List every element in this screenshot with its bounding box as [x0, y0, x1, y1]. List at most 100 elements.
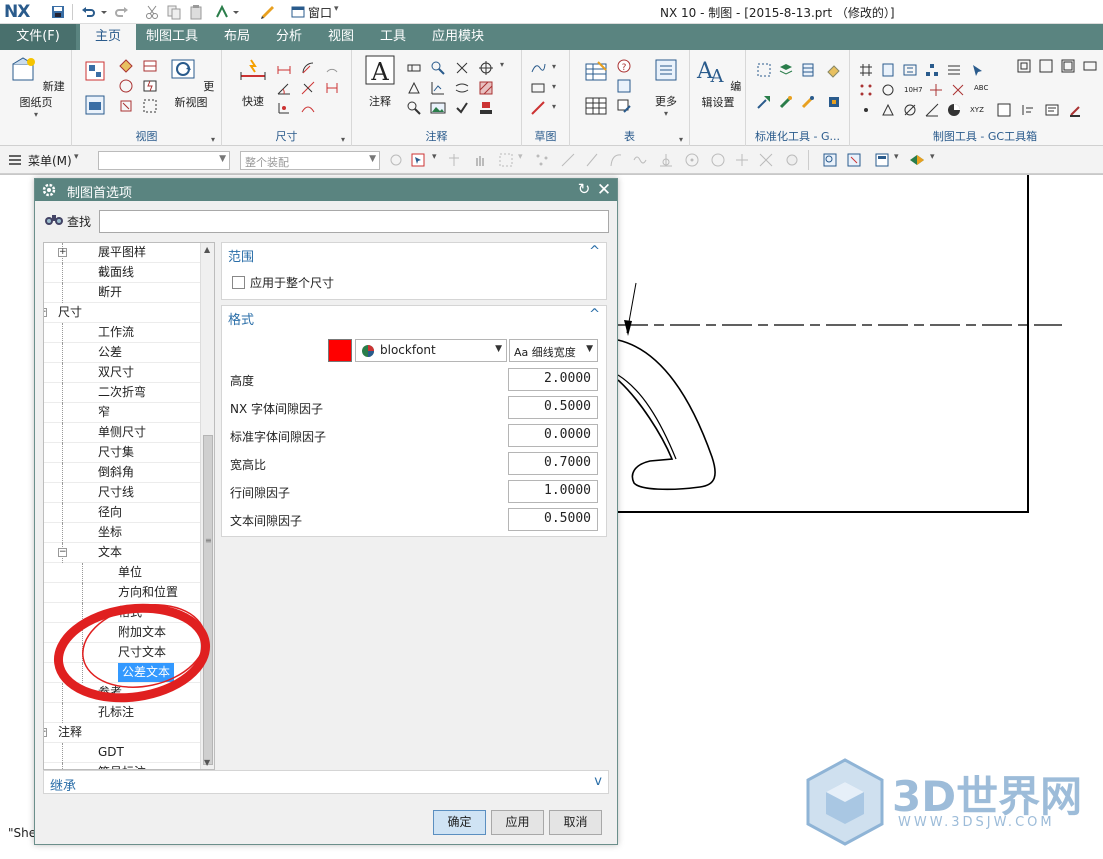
- type-filter-combo[interactable]: ▼: [98, 151, 230, 170]
- more-button[interactable]: 更多 ▾: [646, 54, 686, 118]
- curve-icon[interactable]: [608, 152, 624, 168]
- perimeter-dim-icon[interactable]: [300, 100, 316, 116]
- check-mark-icon[interactable]: [454, 100, 470, 116]
- angular-dim-icon[interactable]: [276, 80, 292, 96]
- pin-icon[interactable]: [446, 152, 462, 168]
- section-view-icon[interactable]: [142, 58, 158, 74]
- text-color-swatch[interactable]: [328, 339, 352, 362]
- thickness-dim-icon[interactable]: [324, 80, 340, 96]
- format-row-value-field[interactable]: 0.5000: [508, 396, 598, 419]
- view-boundary-icon[interactable]: [142, 98, 158, 114]
- broken-view-icon[interactable]: [142, 78, 158, 94]
- tree-item[interactable]: 单位: [44, 563, 200, 583]
- abc-label[interactable]: ABC: [974, 84, 988, 92]
- frame-wide-icon[interactable]: [1082, 58, 1098, 74]
- point-icon[interactable]: [858, 102, 874, 118]
- tree-item[interactable]: + 展平图样: [44, 243, 200, 263]
- tree-item[interactable]: 径向: [44, 503, 200, 523]
- detail-view-icon[interactable]: [118, 78, 134, 94]
- tree-item[interactable]: 窄: [44, 403, 200, 423]
- cursor-icon[interactable]: [970, 62, 986, 78]
- zoom-window-icon[interactable]: [846, 152, 862, 168]
- text-box-icon[interactable]: [1044, 102, 1060, 118]
- tree-item[interactable]: − 尺寸: [44, 303, 200, 323]
- tab-analysis[interactable]: 分析: [266, 24, 312, 50]
- fit-icon[interactable]: [902, 62, 918, 78]
- scroll-down-icon[interactable]: ▼: [204, 758, 210, 767]
- tree-item[interactable]: 工作流: [44, 323, 200, 343]
- angle-icon[interactable]: [924, 102, 940, 118]
- paste-icon[interactable]: [188, 4, 204, 20]
- tab-layout[interactable]: 布局: [214, 24, 260, 50]
- tree-item[interactable]: 尺寸集: [44, 443, 200, 463]
- sketch-spline-icon[interactable]: [530, 60, 546, 76]
- box-select-icon[interactable]: [498, 152, 514, 168]
- chamfer-dim-icon[interactable]: [300, 80, 316, 96]
- close-icon[interactable]: ✕: [595, 180, 613, 200]
- hole-table-icon[interactable]: [880, 82, 896, 98]
- redo-icon[interactable]: [114, 4, 130, 20]
- format-row-value-field[interactable]: 0.0000: [508, 424, 598, 447]
- copy-icon[interactable]: [166, 4, 182, 20]
- fit-view-icon[interactable]: [822, 152, 838, 168]
- assembly-scope-combo[interactable]: 整个装配 ▼: [240, 151, 380, 170]
- layers-icon[interactable]: [778, 62, 794, 78]
- projected-view-icon[interactable]: [118, 58, 134, 74]
- format-row-value-field[interactable]: 1.0000: [508, 480, 598, 503]
- chevron-down-icon[interactable]: ▾: [552, 102, 556, 111]
- tree-item[interactable]: GDT: [44, 743, 200, 763]
- perpendicular-icon[interactable]: [658, 152, 674, 168]
- find-input[interactable]: [99, 210, 609, 233]
- chevron-down-icon[interactable]: ▾: [552, 62, 556, 71]
- paint-icon[interactable]: [826, 94, 842, 110]
- new-sheet-button[interactable]: 新建图纸页 ▾: [4, 54, 68, 119]
- line-width-select[interactable]: Aa 细线宽度 ▼: [509, 339, 598, 362]
- save-icon[interactable]: [50, 4, 66, 20]
- base-view-icon[interactable]: [84, 60, 106, 82]
- dialog-title-bar[interactable]: 制图首选项 ↻ ✕: [35, 179, 617, 201]
- command-finder-icon[interactable]: [260, 4, 276, 20]
- cut-icon[interactable]: [144, 4, 160, 20]
- slash-icon[interactable]: [584, 152, 600, 168]
- chevron-down-icon[interactable]: ▾: [894, 152, 899, 162]
- chevron-down-icon[interactable]: ▾: [679, 135, 683, 144]
- ordinate-dim-icon[interactable]: [276, 100, 292, 116]
- wave-icon[interactable]: [632, 152, 648, 168]
- table-note-icon[interactable]: [584, 60, 608, 84]
- window-icon[interactable]: [290, 4, 306, 20]
- touch-mode-icon[interactable]: [214, 4, 230, 20]
- image-icon[interactable]: [430, 100, 446, 116]
- tabular-note-icon[interactable]: [616, 78, 632, 94]
- chevron-down-icon[interactable]: ▾: [341, 135, 345, 144]
- grid-icon[interactable]: [756, 62, 772, 78]
- cross-icon[interactable]: [454, 60, 470, 76]
- note-button[interactable]: A 注释: [362, 54, 398, 109]
- tree-item[interactable]: 坐标: [44, 523, 200, 543]
- apply-button[interactable]: 应用: [491, 810, 544, 835]
- expand-icon[interactable]: +: [58, 248, 67, 257]
- tree-item[interactable]: − 注释: [44, 723, 200, 743]
- quadrant-icon[interactable]: [710, 152, 726, 168]
- xyz-label[interactable]: XYZ: [970, 106, 984, 114]
- chevron-down-icon[interactable]: ▾: [518, 152, 523, 162]
- tree-item[interactable]: 单侧尺寸: [44, 423, 200, 443]
- surface-finish-icon[interactable]: [430, 80, 446, 96]
- chevron-down-icon[interactable]: ▾: [74, 152, 79, 162]
- radial-dim-icon[interactable]: [300, 60, 316, 76]
- square-icon[interactable]: [1016, 58, 1032, 74]
- edit-settings-button[interactable]: AA 编辑设置: [692, 54, 744, 110]
- datum-target-icon[interactable]: [406, 80, 422, 96]
- datum-feature-icon[interactable]: [430, 60, 446, 76]
- tree-item[interactable]: 符号标注: [44, 763, 200, 769]
- tab-tools[interactable]: 工具: [370, 24, 416, 50]
- chevron-up-icon[interactable]: ^: [589, 307, 600, 322]
- tree-item[interactable]: 公差: [44, 343, 200, 363]
- select-filter-icon[interactable]: [410, 152, 426, 168]
- chevron-down-icon[interactable]: ▾: [500, 60, 504, 69]
- cancel-button[interactable]: 取消: [549, 810, 602, 835]
- tree-item[interactable]: − 文本: [44, 543, 200, 563]
- tab-application[interactable]: 应用模块: [422, 24, 494, 50]
- chevron-down-icon[interactable]: ▾: [334, 4, 339, 14]
- frame-alt-icon[interactable]: [1060, 58, 1076, 74]
- brush-tool-icon[interactable]: [778, 94, 794, 110]
